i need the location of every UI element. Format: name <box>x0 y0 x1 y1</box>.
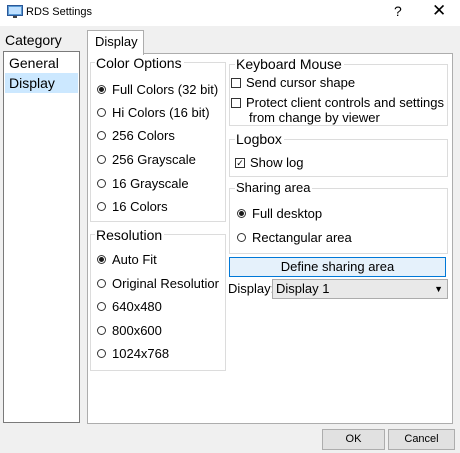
resolution-title: Resolution <box>95 227 165 243</box>
radio-indicator <box>97 349 106 359</box>
radio-indicator <box>97 108 106 118</box>
radio-indicator <box>97 302 106 312</box>
radio-indicator <box>97 202 106 212</box>
radio-16-grayscale[interactable]: 16 Grayscale <box>97 176 189 192</box>
checkbox-show-log[interactable]: ✓ Show log <box>235 155 303 171</box>
radio-label: 1024x768 <box>112 346 170 361</box>
radio-label: Hi Colors (16 bit) <box>112 105 210 120</box>
radio-indicator <box>237 233 246 243</box>
category-item-display[interactable]: Display <box>5 73 78 93</box>
radio-800x600[interactable]: 800x600 <box>97 323 162 339</box>
radio-16-colors[interactable]: 16 Colors <box>97 199 168 215</box>
radio-indicator <box>237 209 246 219</box>
radio-label: 256 Colors <box>112 128 175 143</box>
logbox-title: Logbox <box>235 131 284 147</box>
checkbox-protect-client[interactable]: Protect client controls and settings fro… <box>231 95 444 125</box>
sharing-area-title: Sharing area <box>235 180 313 196</box>
keyboard-mouse-title: Keyboard Mouse <box>235 56 344 72</box>
radio-label: 16 Grayscale <box>112 176 189 191</box>
radio-label: 16 Colors <box>112 199 168 214</box>
radio-full-desktop[interactable]: Full desktop <box>237 206 322 222</box>
radio-indicator <box>97 326 106 336</box>
checkbox-label-line1: Protect client controls and settings <box>246 95 444 110</box>
radio-original-resolution[interactable]: Original Resolutior <box>97 276 221 292</box>
checkbox-indicator <box>231 77 241 88</box>
radio-indicator <box>97 155 106 165</box>
radio-label: 256 Grayscale <box>112 152 196 167</box>
radio-label: 640x480 <box>112 299 162 314</box>
display-select-value: Display 1 <box>276 281 330 296</box>
checkbox-label: Send cursor shape <box>246 75 356 90</box>
radio-label: Full Colors (32 bit) <box>112 82 219 97</box>
radio-indicator <box>97 131 106 141</box>
radio-label: 800x600 <box>112 323 162 338</box>
radio-auto-fit[interactable]: Auto Fit <box>97 252 157 268</box>
radio-indicator <box>97 279 106 289</box>
checkbox-label-line2: from change by viewer <box>249 110 380 125</box>
radio-256-grayscale[interactable]: 256 Grayscale <box>97 152 196 168</box>
category-label: Category <box>5 32 62 48</box>
display-label: Display: <box>228 281 275 296</box>
cancel-button[interactable]: Cancel <box>388 429 455 450</box>
radio-label: Full desktop <box>252 206 323 221</box>
radio-hi-colors[interactable]: Hi Colors (16 bit) <box>97 105 210 121</box>
radio-rectangular-area[interactable]: Rectangular area <box>237 230 352 246</box>
category-list[interactable]: General Display <box>3 51 80 423</box>
ok-button[interactable]: OK <box>322 429 385 450</box>
radio-full-colors[interactable]: Full Colors (32 bit) <box>97 82 218 98</box>
app-icon <box>7 5 23 19</box>
category-item-general[interactable]: General <box>5 53 78 73</box>
window-title: RDS Settings <box>26 6 93 18</box>
help-button[interactable]: ? <box>394 3 402 19</box>
define-sharing-area-button[interactable]: Define sharing area <box>229 257 446 277</box>
radio-indicator <box>97 85 106 95</box>
radio-label: Auto Fit <box>112 252 157 267</box>
radio-indicator <box>97 255 106 265</box>
checkbox-send-cursor-shape[interactable]: Send cursor shape <box>231 75 355 91</box>
radio-indicator <box>97 179 106 189</box>
checkbox-indicator: ✓ <box>235 157 245 168</box>
close-button[interactable]: ✕ <box>432 1 446 21</box>
radio-label: Rectangular area <box>252 230 352 245</box>
radio-256-colors[interactable]: 256 Colors <box>97 128 175 144</box>
radio-640x480[interactable]: 640x480 <box>97 299 162 315</box>
checkbox-label: Show log <box>250 155 304 170</box>
radio-label: Original Resolutior <box>112 276 219 291</box>
chevron-down-icon: ▼ <box>434 284 443 294</box>
checkbox-indicator <box>231 97 241 108</box>
tab-display[interactable]: Display <box>87 30 144 55</box>
color-options-title: Color Options <box>95 55 184 71</box>
radio-1024x768[interactable]: 1024x768 <box>97 346 169 362</box>
display-select[interactable]: Display 1 ▼ <box>272 279 448 299</box>
